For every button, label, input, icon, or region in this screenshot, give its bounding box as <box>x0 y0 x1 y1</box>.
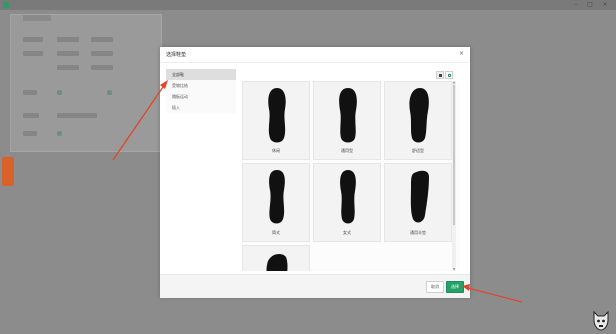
insole-card[interactable]: 舒适型 <box>384 81 452 160</box>
dialog-header: 选择鞋垫 × <box>160 47 470 63</box>
insole-card[interactable] <box>242 245 310 271</box>
insole-label: 休闲 <box>272 148 280 153</box>
scroll-down-icon[interactable]: ▼ <box>452 268 456 271</box>
app-logo-icon <box>3 2 9 8</box>
list-view-icon[interactable] <box>445 71 453 79</box>
category-item-4[interactable]: 插入 <box>166 102 236 113</box>
insole-shape-icon <box>269 170 285 224</box>
background-chip <box>23 131 37 136</box>
background-chip <box>91 51 113 56</box>
minimize-button[interactable]: – <box>572 1 580 9</box>
category-item-2[interactable]: 受物比结 <box>166 80 236 91</box>
background-panel <box>10 14 162 152</box>
background-chip <box>57 51 79 56</box>
insole-grid-area: 休闲 通用型 舒适型 简式 女式 通用半垫 <box>242 81 460 271</box>
background-chip <box>23 90 37 95</box>
category-item-3[interactable]: 踏板运动 <box>166 91 236 102</box>
background-chip <box>23 37 43 42</box>
background-toggle <box>57 131 62 136</box>
category-list: 全部鞋 受物比结 踏板运动 插入 <box>166 69 236 113</box>
insole-card[interactable]: 简式 <box>242 163 310 242</box>
scroll-thumb[interactable] <box>453 85 455 225</box>
background-chip <box>23 113 39 118</box>
view-toggle <box>436 71 455 79</box>
insole-label: 舒适型 <box>412 148 424 153</box>
background-toggle <box>107 90 112 95</box>
background-chip <box>91 37 113 42</box>
window-close-button[interactable]: × <box>601 1 609 9</box>
side-handle-tab[interactable] <box>2 157 14 186</box>
background-tab-2 <box>53 15 75 21</box>
insole-label: 通用型 <box>341 148 353 153</box>
app-title-bar: – □ × <box>0 0 616 10</box>
select-button[interactable]: 选择 <box>446 281 464 293</box>
scroll-up-icon[interactable]: ▲ <box>452 81 456 84</box>
insole-shape-icon <box>339 88 357 143</box>
dialog-footer: 取消 选择 <box>160 274 470 298</box>
dialog-title: 选择鞋垫 <box>166 52 187 58</box>
category-item-all[interactable]: 全部鞋 <box>166 69 236 80</box>
insole-shape-icon <box>268 88 286 143</box>
background-tab-1 <box>23 15 51 21</box>
background-chip <box>91 65 113 70</box>
background-chip <box>57 37 79 42</box>
insole-label: 通用半垫 <box>410 230 426 235</box>
insole-shape-icon <box>340 170 356 224</box>
close-icon[interactable]: × <box>459 50 464 57</box>
select-insole-dialog: 选择鞋垫 × 全部鞋 受物比结 踏板运动 插入 休闲 通用型 舒适型 简式 女式… <box>160 47 470 298</box>
grid-view-icon[interactable] <box>436 71 444 79</box>
background-chip <box>57 65 79 70</box>
insole-shape-icon <box>410 170 429 223</box>
background-chip <box>23 51 43 56</box>
cancel-button[interactable]: 取消 <box>426 281 444 293</box>
background-toggle <box>57 90 62 95</box>
mascot-icon <box>593 310 609 331</box>
content-scrollbar[interactable]: ▲ ▼ <box>452 81 456 271</box>
insole-card[interactable]: 通用型 <box>313 81 381 160</box>
insole-card[interactable]: 通用半垫 <box>384 163 452 242</box>
insole-shape-icon <box>266 253 288 271</box>
insole-shape-icon <box>409 88 429 143</box>
insole-label: 女式 <box>343 230 351 235</box>
insole-card[interactable]: 女式 <box>313 163 381 242</box>
maximize-button[interactable]: □ <box>586 1 594 9</box>
insole-card[interactable]: 休闲 <box>242 81 310 160</box>
background-chip <box>57 113 97 118</box>
insole-label: 简式 <box>272 230 280 235</box>
